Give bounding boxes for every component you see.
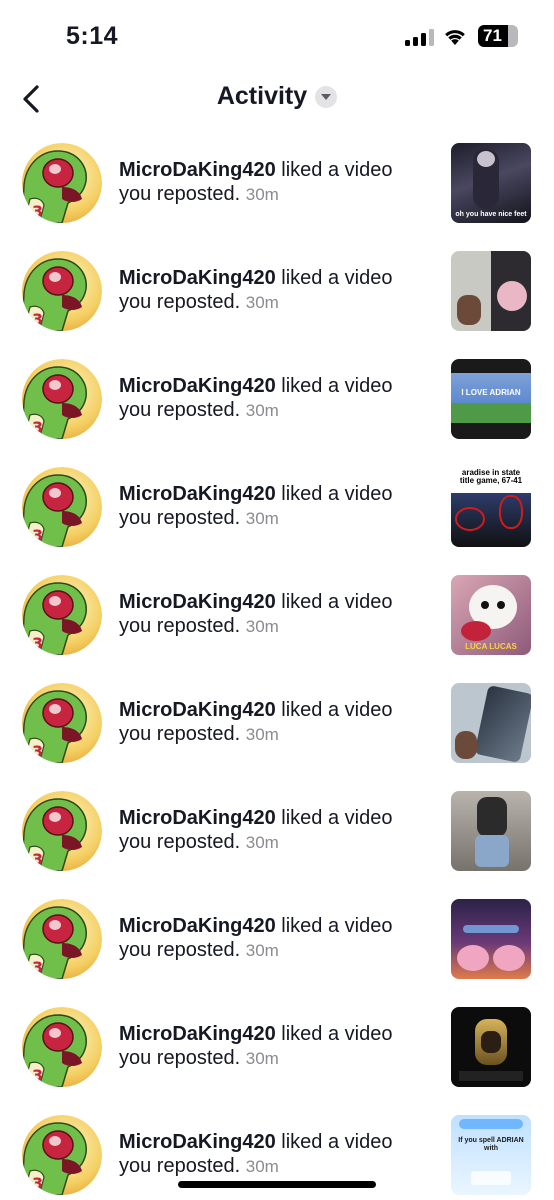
svg-text:3: 3 [32,742,43,761]
avatar[interactable]: 3 [22,143,102,223]
avatar[interactable]: 3 [22,791,102,871]
username[interactable]: MicroDaKing420 [119,375,276,397]
home-indicator[interactable] [178,1181,376,1188]
username[interactable]: MicroDaKing420 [119,267,276,289]
page-title: Activity [216,82,308,110]
video-thumbnail[interactable]: aradise in state title game, 67-41 [451,467,531,547]
activity-time: 30m [245,293,279,312]
activity-row[interactable]: 3 MicroDaKing420 liked a video you repos… [0,673,554,781]
dropdown-icon[interactable] [315,85,338,108]
thumb-caption: I LOVE ADRIAN [461,388,521,397]
avatar[interactable]: 3 [22,575,102,655]
video-thumbnail[interactable] [451,791,531,871]
wifi-icon [443,26,467,46]
status-bar: 5:14 71 [0,0,554,70]
avatar[interactable]: 3 [22,899,102,979]
activity-text: MicroDaKing420 liked a video you reposte… [119,482,429,531]
svg-text:3: 3 [32,1174,43,1193]
svg-text:3: 3 [32,526,43,545]
svg-text:3: 3 [32,634,43,653]
username[interactable]: MicroDaKing420 [119,1131,276,1153]
activity-time: 30m [245,1049,279,1068]
activity-time: 30m [245,185,279,204]
activity-row[interactable]: 3 MicroDaKing420 liked a video you repos… [0,241,554,349]
video-thumbnail[interactable] [451,683,531,763]
activity-text: MicroDaKing420 liked a video you reposte… [119,914,429,963]
activity-text: MicroDaKing420 liked a video you reposte… [119,806,429,855]
thumb-caption: aradise in state title game, 67-41 [459,468,523,485]
thumb-caption: If you spell ADRIAN with [458,1137,524,1152]
username[interactable]: MicroDaKing420 [119,591,276,613]
activity-row[interactable]: 3 MicroDaKing420 liked a video you repos… [0,133,554,241]
activity-row[interactable]: 3 MicroDaKing420 liked a video you repos… [0,565,554,673]
status-time: 5:14 [66,22,119,50]
username[interactable]: MicroDaKing420 [119,159,276,181]
avatar[interactable]: 3 [22,467,102,547]
activity-time: 30m [245,833,279,852]
activity-time: 30m [245,509,279,528]
activity-filter[interactable]: Activity [0,82,554,111]
header: Activity [0,70,554,128]
avatar[interactable]: 3 [22,1115,102,1195]
activity-time: 30m [245,1157,279,1176]
activity-text: MicroDaKing420 liked a video you reposte… [119,266,429,315]
avatar[interactable]: 3 [22,683,102,763]
thumb-caption: LUCA LUCAS [465,642,517,651]
username[interactable]: MicroDaKing420 [119,807,276,829]
username[interactable]: MicroDaKing420 [119,915,276,937]
activity-text: MicroDaKing420 liked a video you reposte… [119,698,429,747]
video-thumbnail[interactable]: oh you have nice feet [451,143,531,223]
activity-time: 30m [245,725,279,744]
activity-time: 30m [245,941,279,960]
video-thumbnail[interactable]: If you spell ADRIAN with [451,1115,531,1195]
activity-row[interactable]: 3 MicroDaKing420 liked a video you repos… [0,781,554,889]
activity-list: 3 MicroDaKing420 liked a video you repos… [0,133,554,1200]
activity-text: MicroDaKing420 liked a video you reposte… [119,590,429,639]
cellular-signal-icon [405,29,435,46]
thumb-caption: oh you have nice feet [455,211,527,218]
username[interactable]: MicroDaKing420 [119,483,276,505]
svg-text:3: 3 [32,1066,43,1085]
activity-text: MicroDaKing420 liked a video you reposte… [119,1022,429,1071]
activity-row[interactable]: 3 MicroDaKing420 liked a video you repos… [0,457,554,565]
activity-text: MicroDaKing420 liked a video you reposte… [119,1130,429,1179]
video-thumbnail[interactable] [451,1007,531,1087]
activity-text: MicroDaKing420 liked a video you reposte… [119,158,429,207]
svg-text:3: 3 [32,202,43,221]
activity-text: MicroDaKing420 liked a video you reposte… [119,374,429,423]
activity-screen: 5:14 71 Activity 3 MicroDaKing420 liked … [0,0,554,1200]
activity-time: 30m [245,401,279,420]
avatar[interactable]: 3 [22,251,102,331]
username[interactable]: MicroDaKing420 [119,1023,276,1045]
activity-time: 30m [245,617,279,636]
username[interactable]: MicroDaKing420 [119,699,276,721]
activity-row[interactable]: 3 MicroDaKing420 liked a video you repos… [0,997,554,1105]
activity-row[interactable]: 3 MicroDaKing420 liked a video you repos… [0,889,554,997]
avatar[interactable]: 3 [22,359,102,439]
avatar[interactable]: 3 [22,1007,102,1087]
video-thumbnail[interactable]: LUCA LUCAS [451,575,531,655]
video-thumbnail[interactable]: I LOVE ADRIAN [451,359,531,439]
battery-icon: 71 [478,25,518,47]
svg-text:3: 3 [32,850,43,869]
svg-text:3: 3 [32,418,43,437]
svg-text:3: 3 [32,958,43,977]
activity-row[interactable]: 3 MicroDaKing420 liked a video you repos… [0,349,554,457]
video-thumbnail[interactable] [451,899,531,979]
svg-text:3: 3 [32,310,43,329]
video-thumbnail[interactable] [451,251,531,331]
battery-level: 71 [483,26,502,45]
